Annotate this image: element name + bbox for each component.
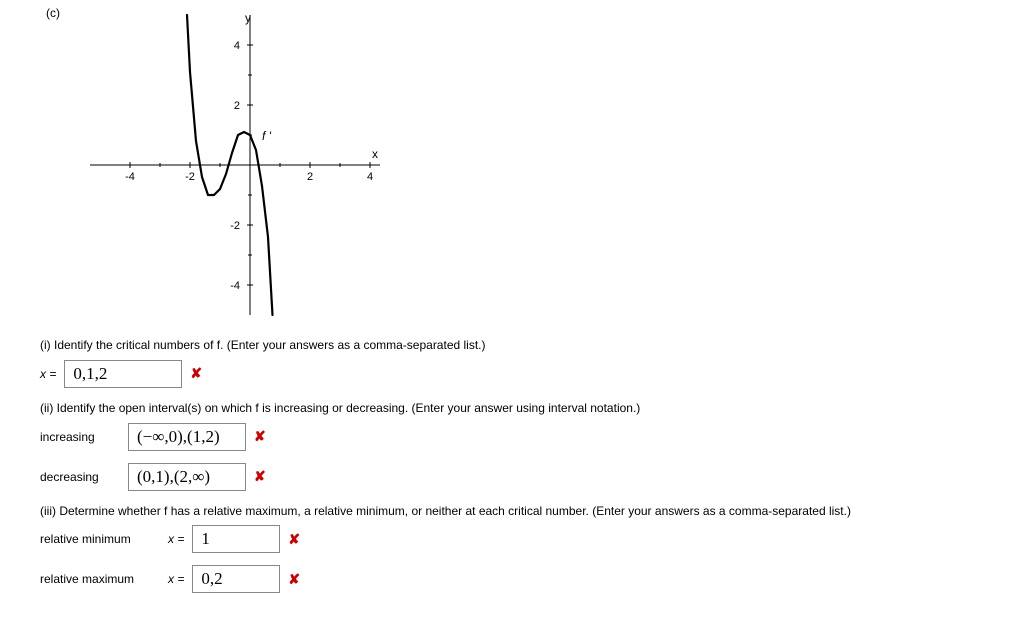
q2-decreasing-label: decreasing [40,470,120,484]
q3-min-label: relative minimum [40,532,160,546]
q3-min-answer-box[interactable]: 1 [192,525,280,553]
q2-decreasing-wrong-icon: ✘ [254,468,266,485]
x-axis-label: x [372,147,378,161]
fprime-label: f ' [262,129,272,143]
q3-max-label: relative maximum [40,572,160,586]
q3-max-wrong-icon: ✘ [288,571,300,588]
x-tick-2: 2 [307,171,313,183]
q3-min-wrong-icon: ✘ [288,531,300,548]
q3-max-answer-box[interactable]: 0,2 [192,565,280,593]
y-tick-2: 2 [234,100,240,112]
part-label: (c) [46,6,60,20]
y-tick-neg4: -4 [230,280,240,292]
y-tick-neg2: -2 [230,220,240,232]
q2-increasing-answer-box[interactable]: (−∞,0),(1,2) [128,423,246,451]
q2-increasing-label: increasing [40,430,120,444]
y-tick-4: 4 [234,40,240,52]
q2-decreasing-answer-box[interactable]: (0,1),(2,∞) [128,463,246,491]
q3-min-var: x = [168,532,184,546]
q2-prompt: (ii) Identify the open interval(s) on wh… [40,400,984,417]
q1-prompt: (i) Identify the critical numbers of f. … [40,337,984,354]
derivative-graph: -4 -2 2 4 4 2 -2 -4 y x f ' [50,10,984,323]
q3-prompt: (iii) Determine whether f has a relative… [40,503,984,520]
q1-answer-box[interactable]: 0,1,2 [64,360,182,388]
q3-max-var: x = [168,572,184,586]
q2-increasing-wrong-icon: ✘ [254,428,266,445]
x-tick-neg2: -2 [185,171,195,183]
q1-wrong-icon: ✘ [190,365,202,382]
y-axis-label: y [245,11,251,25]
q1-var-label: x = [40,367,56,381]
x-tick-neg4: -4 [125,171,135,183]
x-tick-4: 4 [367,171,373,183]
